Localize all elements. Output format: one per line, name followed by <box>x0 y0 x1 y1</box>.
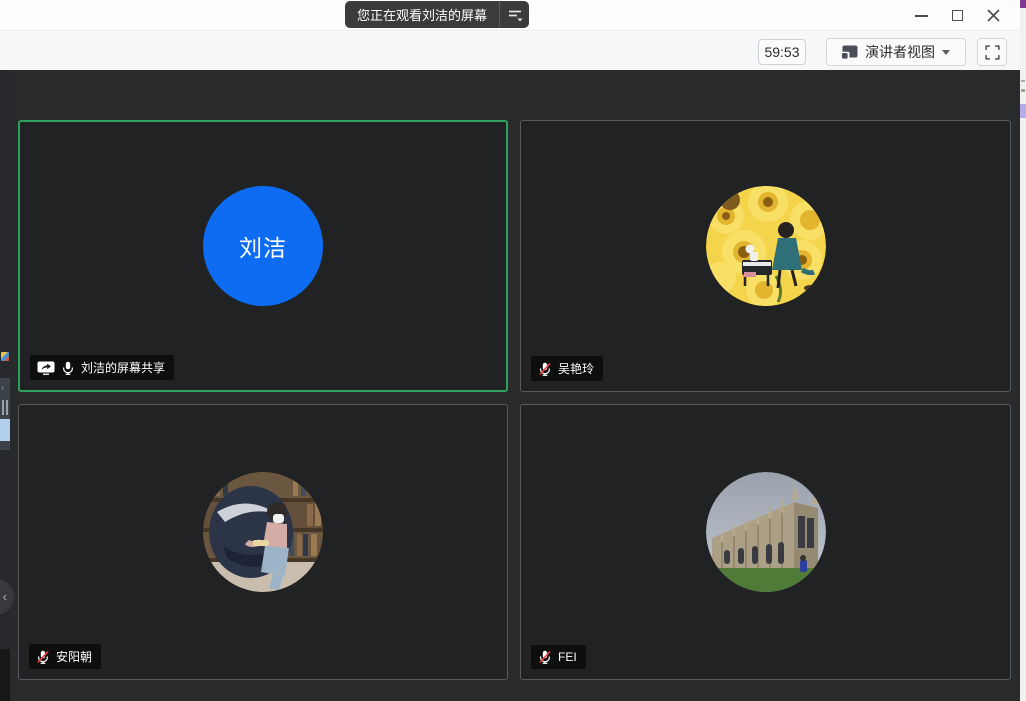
banner-menu-button[interactable] <box>499 1 529 28</box>
background-highlight-fragment <box>1020 104 1026 118</box>
screen-share-icon <box>37 361 55 375</box>
microphone-muted-icon <box>36 649 50 665</box>
microphone-muted-icon <box>538 361 552 377</box>
participant-name-badge: FEI <box>531 645 586 669</box>
participant-tile-an-yang-chao[interactable]: 安阳朝 <box>18 404 508 680</box>
scrollbar-fragment <box>0 419 10 441</box>
close-icon <box>987 9 1000 22</box>
speaker-view-layout-icon <box>842 45 858 59</box>
drag-handle[interactable] <box>2 400 8 415</box>
background-dark-fragment <box>0 649 10 701</box>
participant-name-text: 吴艳玲 <box>558 360 594 377</box>
microphone-on-icon <box>61 360 75 376</box>
fullscreen-icon <box>985 45 1000 60</box>
background-titlebar-fragment <box>1020 0 1026 8</box>
avatar-initials-text: 刘洁 <box>239 229 287 263</box>
window-controls <box>906 3 1008 28</box>
meeting-toolbar: 59:53 演讲者视图 <box>0 32 1020 70</box>
participant-name-text: 安阳朝 <box>56 648 92 665</box>
view-selector-button[interactable]: 演讲者视图 <box>826 38 966 66</box>
microphone-muted-icon <box>538 649 552 665</box>
minimize-icon <box>915 15 928 17</box>
watching-banner: 您正在观看刘洁的屏幕 <box>345 1 529 28</box>
list-menu-icon <box>507 8 523 22</box>
chevron-left-icon: ‹ <box>3 589 7 604</box>
participant-name-badge: 安阳朝 <box>29 644 101 669</box>
participant-avatar-photo <box>706 186 826 306</box>
view-selector-label: 演讲者视图 <box>865 42 935 62</box>
tiny-app-icon <box>1 352 9 361</box>
background-window-right-edge <box>1020 0 1026 701</box>
background-glyph-fragment <box>1021 89 1025 92</box>
maximize-button[interactable] <box>942 3 972 28</box>
video-grid-stage: 刘洁 刘洁的屏幕共享 <box>10 70 1020 701</box>
participant-tile-liu-jie-screen-share[interactable]: 刘洁 刘洁的屏幕共享 <box>18 120 508 392</box>
participant-name-badge: 吴艳玲 <box>531 356 603 381</box>
participant-avatar-initials: 刘洁 <box>203 186 323 306</box>
participant-avatar-photo <box>706 472 826 592</box>
fullscreen-button[interactable] <box>977 38 1007 66</box>
maximize-icon <box>952 10 963 21</box>
meeting-window: 您正在观看刘洁的屏幕 <box>0 0 1026 701</box>
participant-tile-fei[interactable]: FEI <box>520 404 1011 680</box>
sunflower-avatar-image <box>706 186 826 306</box>
watching-banner-text: 您正在观看刘洁的屏幕 <box>345 5 499 24</box>
minimize-button[interactable] <box>906 3 936 28</box>
close-button[interactable] <box>978 3 1008 28</box>
window-titlebar: 您正在观看刘洁的屏幕 <box>0 0 1020 31</box>
participant-name-text: 刘洁的屏幕共享 <box>81 359 165 376</box>
chevron-right-icon[interactable]: › <box>1 382 4 392</box>
meeting-timer: 59:53 <box>758 39 806 65</box>
chevron-down-icon <box>942 50 950 55</box>
participant-tile-wu-yanling[interactable]: 吴艳玲 <box>520 120 1011 392</box>
cathedral-photo-avatar-image <box>706 472 826 592</box>
participant-name-text: FEI <box>558 650 577 664</box>
library-photo-avatar-image <box>203 472 323 592</box>
participant-avatar-photo <box>203 472 323 592</box>
background-glyph-fragment <box>1021 80 1025 82</box>
participant-name-badge: 刘洁的屏幕共享 <box>30 355 174 380</box>
